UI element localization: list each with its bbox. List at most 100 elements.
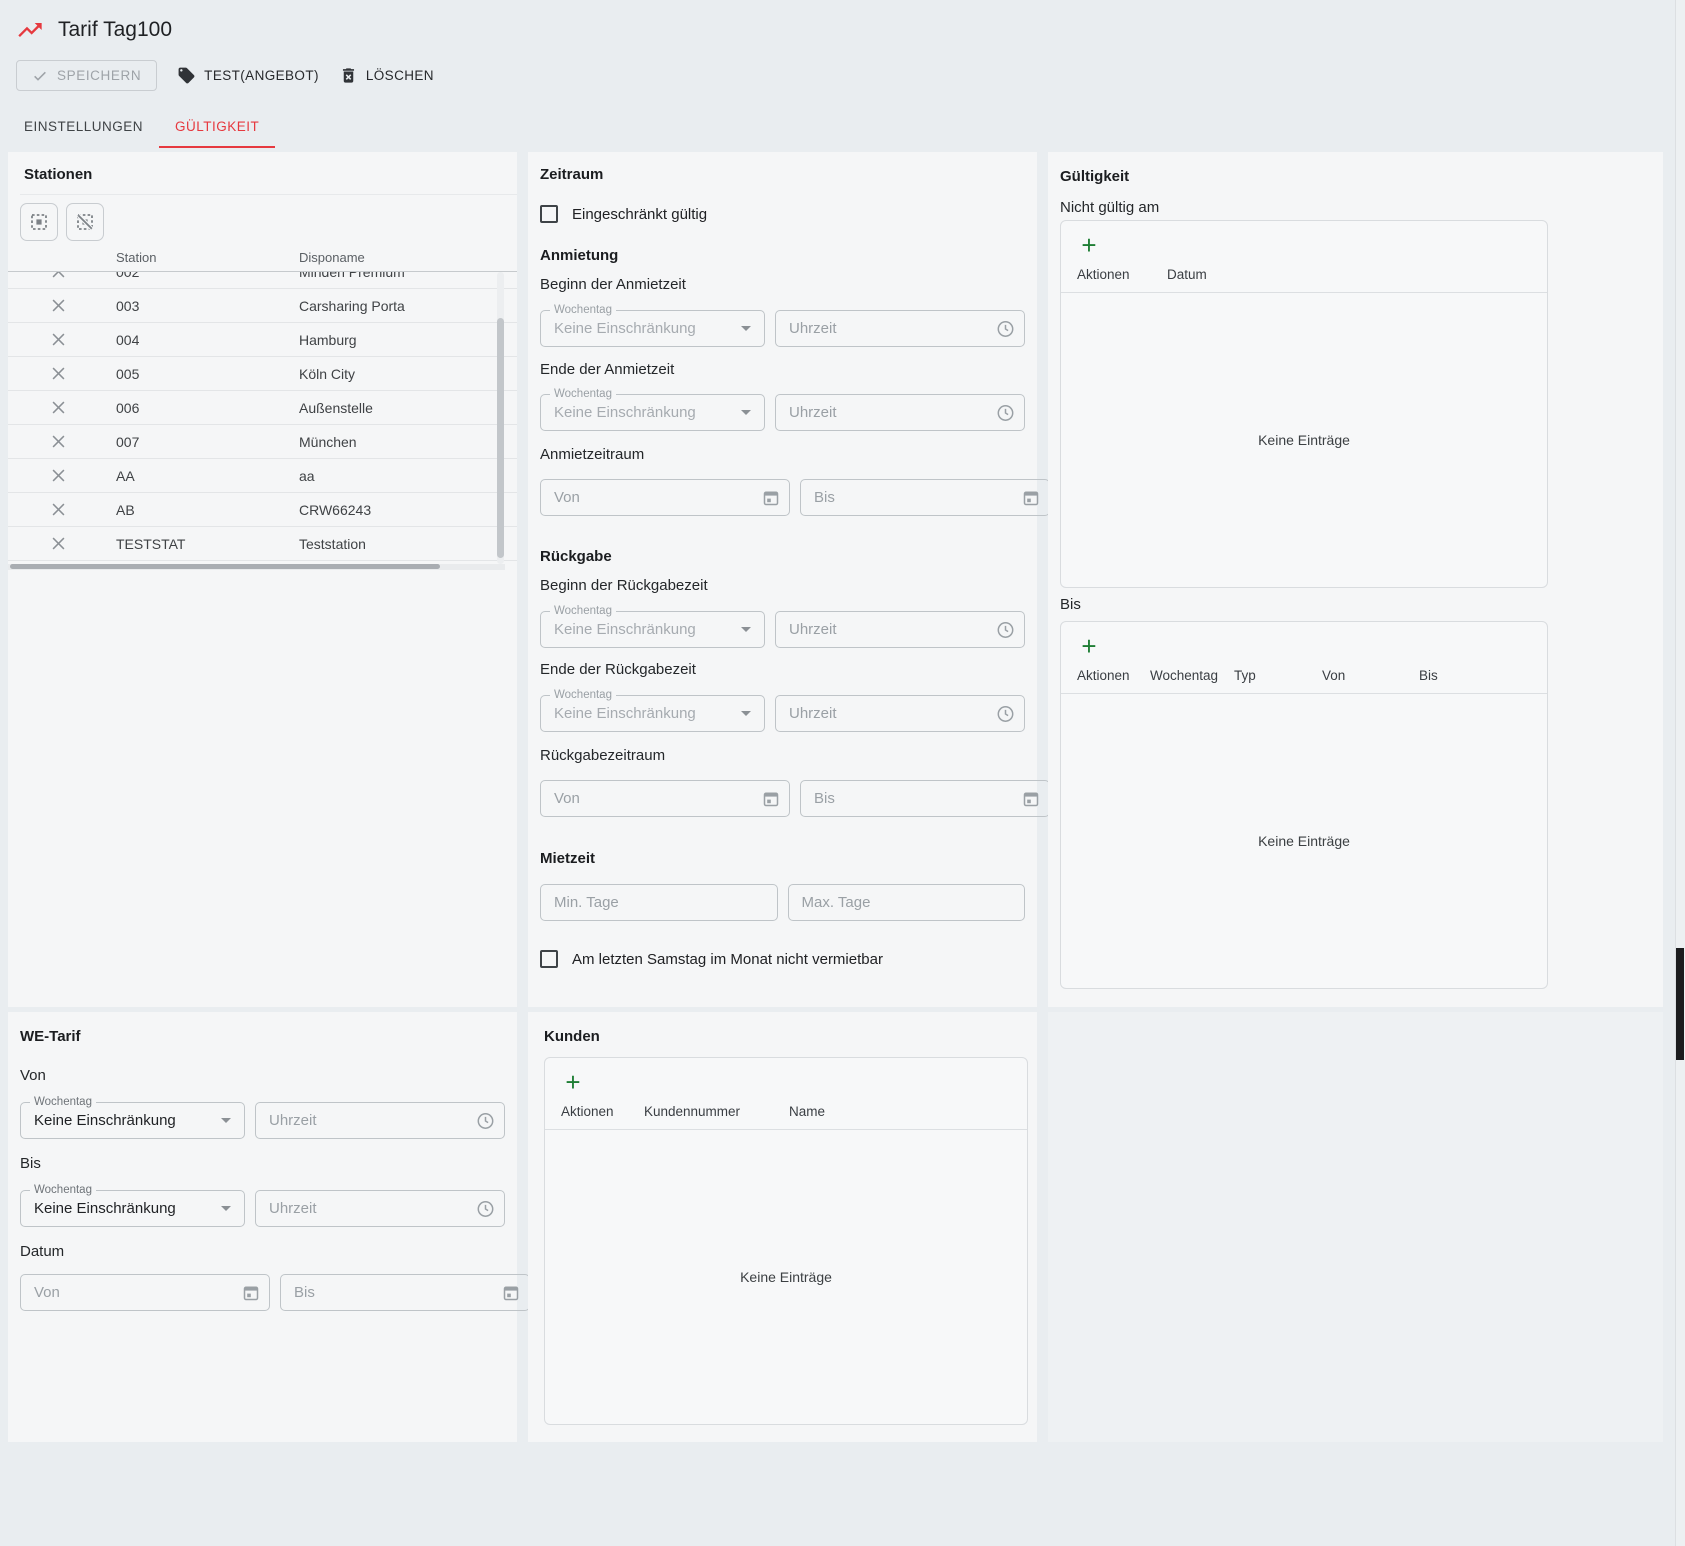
station-disponame: Minden Premium xyxy=(291,272,517,280)
wochentag-field-label: Wochentag xyxy=(550,689,616,702)
chevron-down-icon xyxy=(741,711,751,716)
max-tage-input[interactable] xyxy=(788,884,1026,921)
table-row[interactable]: AB CRW66243 xyxy=(8,493,517,527)
stationen-title: Stationen xyxy=(8,152,517,183)
anmietzeitraum-von-input[interactable] xyxy=(540,479,790,516)
we-tarif-von-wochentag-select[interactable]: Wochentag Keine Einschränkung xyxy=(20,1102,245,1139)
tag-button[interactable]: TEST(ANGEBOT) xyxy=(177,66,319,85)
station-disponame: aa xyxy=(291,468,517,484)
ende-anmietzeit-wochentag-select[interactable]: Wochentag Keine Einschränkung xyxy=(540,394,765,431)
add-bis-button[interactable]: + xyxy=(1075,632,1103,660)
we-tarif-datum-von-input[interactable] xyxy=(20,1274,270,1311)
clock-icon[interactable] xyxy=(996,704,1015,723)
tag-button-label: TEST(ANGEBOT) xyxy=(204,68,319,83)
ende-anmietzeit-uhrzeit-input[interactable] xyxy=(775,394,1025,431)
save-button[interactable]: SPEICHERN xyxy=(16,60,157,91)
rueckgabezeitraum-bis-input[interactable] xyxy=(800,780,1050,817)
ende-rueckgabezeit-uhrzeit-input[interactable] xyxy=(775,695,1025,732)
tab-einstellungen[interactable]: EINSTELLUNGEN xyxy=(8,105,159,148)
col-kundennummer: Kundennummer xyxy=(644,1104,789,1119)
remove-station-icon[interactable] xyxy=(8,367,108,380)
clock-icon[interactable] xyxy=(996,319,1015,338)
calendar-icon[interactable] xyxy=(242,1284,260,1302)
table-row[interactable]: 007 München xyxy=(8,425,517,459)
we-tarif-bis-wochentag-select[interactable]: Wochentag Keine Einschränkung xyxy=(20,1190,245,1227)
rueckgabe-title: Rückgabe xyxy=(540,548,1025,565)
samstag-label: Am letzten Samstag im Monat nicht vermie… xyxy=(572,951,883,968)
col-datum: Datum xyxy=(1167,267,1531,282)
ende-rueckgabezeit-wochentag-select[interactable]: Wochentag Keine Einschränkung xyxy=(540,695,765,732)
beginn-anmietzeit-uhrzeit-input[interactable] xyxy=(775,310,1025,347)
beginn-anmietzeit-label: Beginn der Anmietzeit xyxy=(540,276,1025,293)
chevron-down-icon xyxy=(221,1118,231,1123)
beginn-rueckgabezeit-wochentag-select[interactable]: Wochentag Keine Einschränkung xyxy=(540,611,765,648)
remove-station-icon[interactable] xyxy=(8,469,108,482)
calendar-icon[interactable] xyxy=(762,489,780,507)
beginn-rueckgabezeit-uhrzeit-input[interactable] xyxy=(775,611,1025,648)
remove-station-icon[interactable] xyxy=(8,272,108,278)
remove-station-icon[interactable] xyxy=(8,401,108,414)
we-tarif-von-uhrzeit-input[interactable] xyxy=(255,1102,505,1139)
add-nicht-gueltig-button[interactable]: + xyxy=(1075,231,1103,259)
stationen-horizontal-scrollbar[interactable] xyxy=(8,564,505,570)
clock-icon[interactable] xyxy=(476,1111,495,1130)
we-tarif-datum-bis-input[interactable] xyxy=(280,1274,530,1311)
samstag-row: Am letzten Samstag im Monat nicht vermie… xyxy=(540,950,1025,968)
station-code: 003 xyxy=(108,298,291,314)
table-row[interactable]: 004 Hamburg xyxy=(8,323,517,357)
remove-station-icon[interactable] xyxy=(8,503,108,516)
wochentag-field-value: Keine Einschränkung xyxy=(541,621,696,638)
wochentag-field-value: Keine Einschränkung xyxy=(541,404,696,421)
calendar-icon[interactable] xyxy=(502,1284,520,1302)
clock-icon[interactable] xyxy=(996,620,1015,639)
delete-button-label: LÖSCHEN xyxy=(366,68,434,83)
kunden-empty-text: Keine Einträge xyxy=(545,1130,1027,1424)
rueckgabezeitraum-von-input[interactable] xyxy=(540,780,790,817)
station-disponame: Köln City xyxy=(291,366,517,382)
we-tarif-bis-uhrzeit-input[interactable] xyxy=(255,1190,505,1227)
anmietzeitraum-bis-input[interactable] xyxy=(800,479,1050,516)
stationen-col-disponame: Disponame xyxy=(291,250,517,265)
clock-icon[interactable] xyxy=(476,1199,495,1218)
rueckgabezeitraum-label: Rückgabezeitraum xyxy=(540,747,1025,764)
table-row[interactable]: 003 Carsharing Porta xyxy=(8,289,517,323)
chevron-down-icon xyxy=(221,1206,231,1211)
add-kunde-button[interactable]: + xyxy=(559,1068,587,1096)
station-code: 006 xyxy=(108,400,291,416)
table-row[interactable]: 006 Außenstelle xyxy=(8,391,517,425)
remove-station-icon[interactable] xyxy=(8,537,108,550)
table-row[interactable]: 005 Köln City xyxy=(8,357,517,391)
table-row[interactable]: TESTSTAT Teststation xyxy=(8,527,517,561)
station-code: 005 xyxy=(108,366,291,382)
wochentag-field-value: Keine Einschränkung xyxy=(21,1200,176,1217)
deselect-all-button[interactable] xyxy=(66,203,104,241)
tab-gueltigkeit[interactable]: GÜLTIGKEIT xyxy=(159,105,275,148)
trash-icon xyxy=(339,66,358,85)
table-row[interactable]: AA aa xyxy=(8,459,517,493)
clock-icon[interactable] xyxy=(996,403,1015,422)
stationen-vertical-scrollbar[interactable] xyxy=(497,272,504,564)
page-vertical-scrollbar[interactable] xyxy=(1675,0,1685,1546)
check-icon xyxy=(32,68,48,84)
ende-rueckgabezeit-label: Ende der Rückgabezeit xyxy=(540,661,1025,678)
kunden-title: Kunden xyxy=(544,1028,1021,1045)
anmietung-title: Anmietung xyxy=(540,247,1025,264)
remove-station-icon[interactable] xyxy=(8,435,108,448)
select-all-button[interactable] xyxy=(20,203,58,241)
eingeschraenkt-gueltig-checkbox[interactable] xyxy=(540,205,558,223)
calendar-icon[interactable] xyxy=(1022,790,1040,808)
remove-station-icon[interactable] xyxy=(8,299,108,312)
table-row[interactable]: 002 Minden Premium xyxy=(8,272,517,289)
min-tage-input[interactable] xyxy=(540,884,778,921)
samstag-checkbox[interactable] xyxy=(540,950,558,968)
beginn-anmietzeit-wochentag-select[interactable]: Wochentag Keine Einschränkung xyxy=(540,310,765,347)
calendar-icon[interactable] xyxy=(1022,489,1040,507)
delete-button[interactable]: LÖSCHEN xyxy=(339,66,434,85)
bis-empty-text: Keine Einträge xyxy=(1061,694,1547,988)
remove-station-icon[interactable] xyxy=(8,333,108,346)
beginn-rueckgabezeit-label: Beginn der Rückgabezeit xyxy=(540,577,1025,594)
wochentag-field-label: Wochentag xyxy=(550,388,616,401)
calendar-icon[interactable] xyxy=(762,790,780,808)
tag-icon xyxy=(177,66,196,85)
station-code: 004 xyxy=(108,332,291,348)
